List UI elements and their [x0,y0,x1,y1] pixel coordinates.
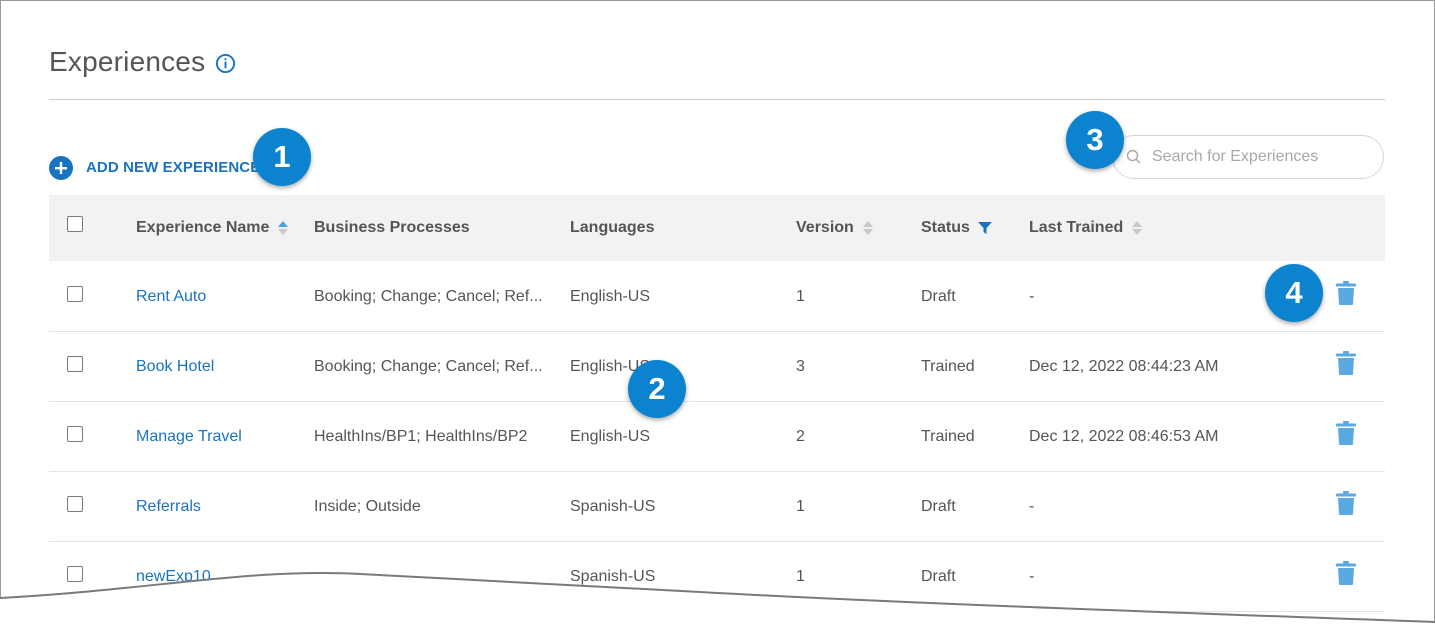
trash-icon[interactable] [1336,351,1356,375]
column-header-label: Languages [570,219,655,236]
table-row[interactable]: Referrals Inside; Outside Spanish-US 1 D… [49,472,1385,542]
status-cell: Trained [921,427,975,445]
table-header: Experience Name Business Processes Langu… [49,195,1385,261]
column-header-experience-name[interactable]: Experience Name [136,195,289,261]
callout-badge-3: 3 [1066,111,1124,169]
status-cell: Draft [921,287,956,305]
status-cell: Draft [921,497,956,515]
version-cell: 2 [796,427,805,445]
row-checkbox[interactable] [67,286,83,302]
version-cell: 1 [796,287,805,305]
trash-icon[interactable] [1336,491,1356,515]
table-row[interactable]: Rent Auto Booking; Change; Cancel; Ref..… [49,262,1385,332]
callout-badge-2: 2 [628,360,686,418]
select-all-checkbox[interactable] [67,216,83,232]
last-trained-cell: Dec 12, 2022 08:46:53 AM [1029,427,1219,445]
row-checkbox[interactable] [67,356,83,372]
trash-icon[interactable] [1336,421,1356,445]
table-row[interactable]: Manage Travel HealthIns/BP1; HealthIns/B… [49,402,1385,472]
language-cell: English-US [570,287,651,305]
column-header-label: Business Processes [314,219,470,236]
column-header-label: Status [921,219,970,236]
add-new-experience-label: ADD NEW EXPERIENCE [86,159,261,176]
column-header-label: Experience Name [136,219,270,236]
version-cell: 1 [796,497,805,515]
last-trained-cell: - [1029,287,1035,305]
page-title: Experiences [49,46,206,77]
version-cell: 3 [796,357,805,375]
column-header-status[interactable]: Status [921,195,992,261]
column-header-version[interactable]: Version [796,195,874,261]
last-trained-cell: - [1029,497,1035,515]
table-row[interactable]: Book Hotel Booking; Change; Cancel; Ref.… [49,332,1385,402]
plus-circle-icon [49,155,73,180]
trash-icon[interactable] [1336,281,1356,305]
add-new-experience-button[interactable]: ADD NEW EXPERIENCE [49,155,260,180]
column-header-label: Version [796,219,854,236]
search-input[interactable] [1150,147,1374,167]
row-checkbox[interactable] [67,426,83,442]
business-processes-cell: Inside; Outside [314,497,421,515]
column-header-business-processes: Business Processes [314,195,470,261]
experience-name-link[interactable]: Book Hotel [136,332,214,401]
callout-badge-4: 4 [1265,264,1323,322]
title-divider [49,99,1385,100]
business-processes-cell: HealthIns/BP1; HealthIns/BP2 [314,427,528,445]
experience-name-link[interactable]: Rent Auto [136,262,206,331]
business-processes-cell: Booking; Change; Cancel; Ref... [314,357,543,375]
sort-icon[interactable] [1131,220,1143,236]
torn-edge [0,571,1435,626]
status-cell: Trained [921,357,975,375]
column-header-languages: Languages [570,195,654,261]
column-header-last-trained[interactable]: Last Trained [1029,195,1143,261]
filter-icon[interactable] [977,221,992,235]
language-cell: Spanish-US [570,497,656,515]
last-trained-cell: Dec 12, 2022 08:44:23 AM [1029,357,1219,375]
sort-icon[interactable] [862,220,874,236]
experience-name-link[interactable]: Referrals [136,472,201,541]
callout-badge-1: 1 [253,128,311,186]
experience-name-link[interactable]: Manage Travel [136,402,242,471]
column-header-label: Last Trained [1029,219,1124,236]
row-checkbox[interactable] [67,496,83,512]
language-cell: English-US [570,427,651,445]
search-box[interactable] [1112,135,1384,179]
business-processes-cell: Booking; Change; Cancel; Ref... [314,287,543,305]
sort-ascending-icon[interactable] [277,220,289,236]
info-icon[interactable] [215,53,236,74]
search-icon [1126,149,1141,164]
